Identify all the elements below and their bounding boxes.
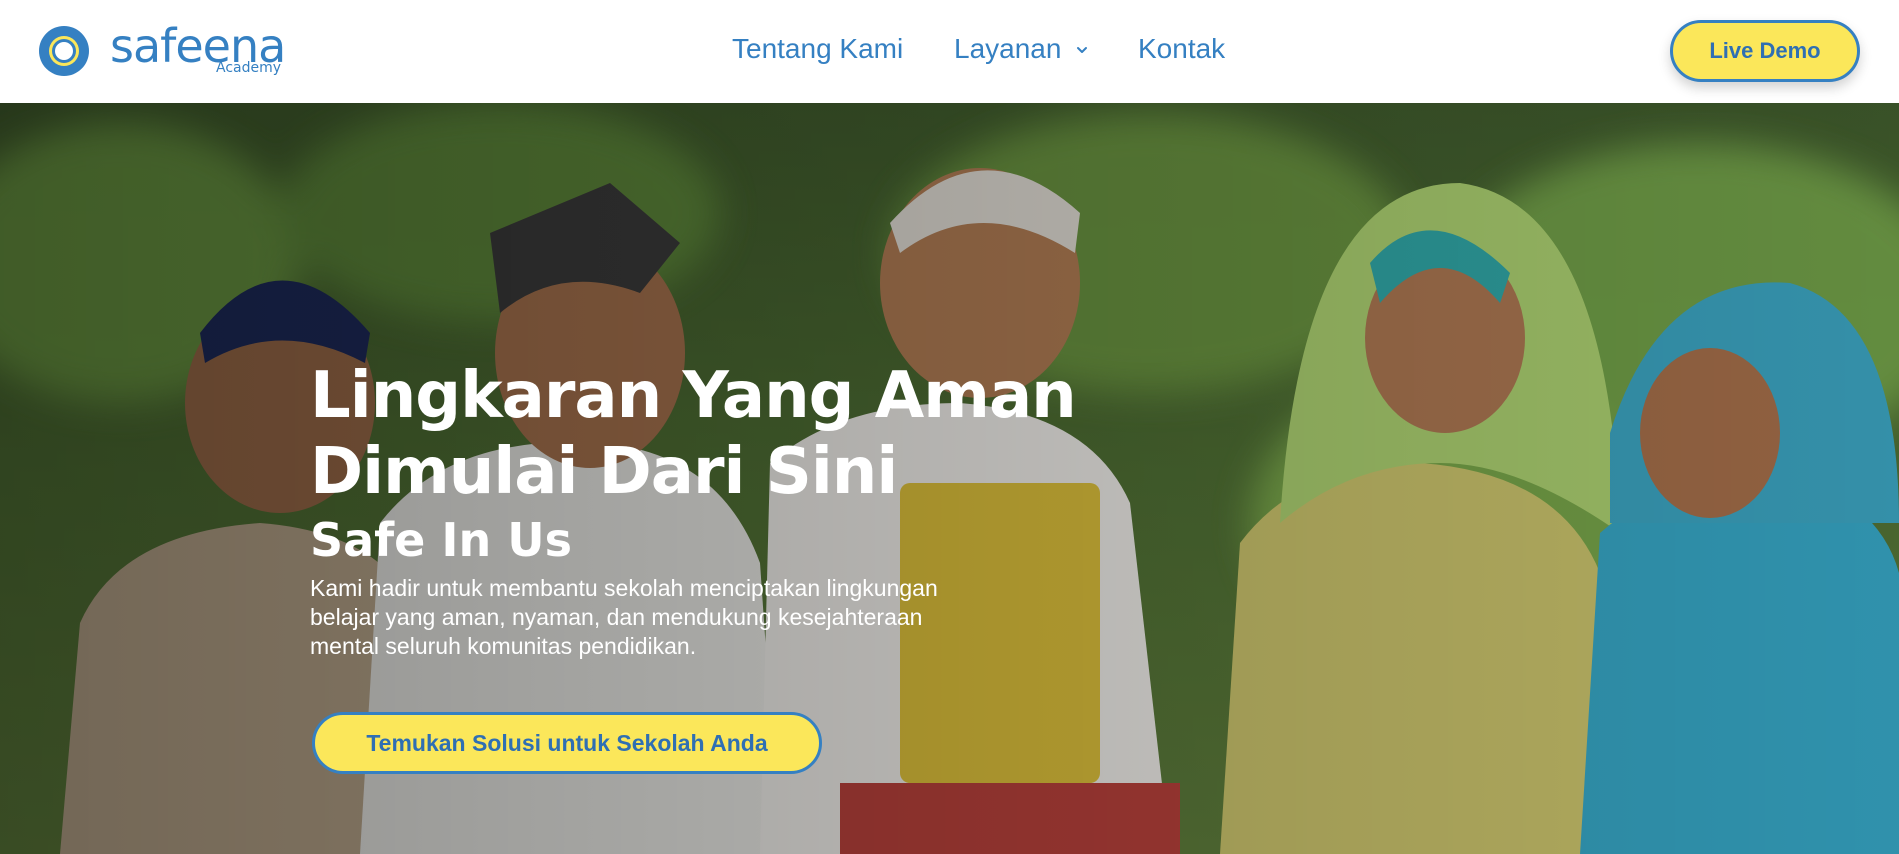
nav-kontak-label: Kontak [1138, 33, 1226, 64]
hero-title: Lingkaran Yang Aman Dimulai Dari Sini [310, 359, 1077, 509]
nav-layanan-label: Layanan [954, 33, 1062, 64]
hero-description: Kami hadir untuk membantu sekolah mencip… [310, 575, 938, 659]
logo-mark-icon [39, 26, 89, 76]
hero-content: Lingkaran Yang Aman Dimulai Dari Sini Sa… [310, 358, 1110, 661]
nav-tentang-kami-label: Tentang Kami [732, 33, 904, 64]
chevron-down-icon [1077, 47, 1088, 53]
safeena-logo[interactable]: safeena Academy [38, 19, 288, 80]
hero-section: Lingkaran Yang Aman Dimulai Dari Sini Sa… [0, 103, 1899, 854]
live-demo-button[interactable]: Live Demo [1670, 20, 1860, 82]
nav-tentang-kami[interactable]: Tentang Kami [732, 35, 903, 63]
find-solution-button[interactable]: Temukan Solusi untuk Sekolah Anda [312, 712, 822, 774]
nav-layanan-dropdown[interactable]: Layanan [954, 35, 1089, 63]
site-header: safeena Academy Tentang Kami Layanan Kon… [0, 0, 1899, 103]
logo-subtitle: Academy [216, 60, 282, 76]
nav-kontak[interactable]: Kontak [1138, 35, 1225, 63]
hero-subtitle: Safe In Us [310, 513, 573, 567]
